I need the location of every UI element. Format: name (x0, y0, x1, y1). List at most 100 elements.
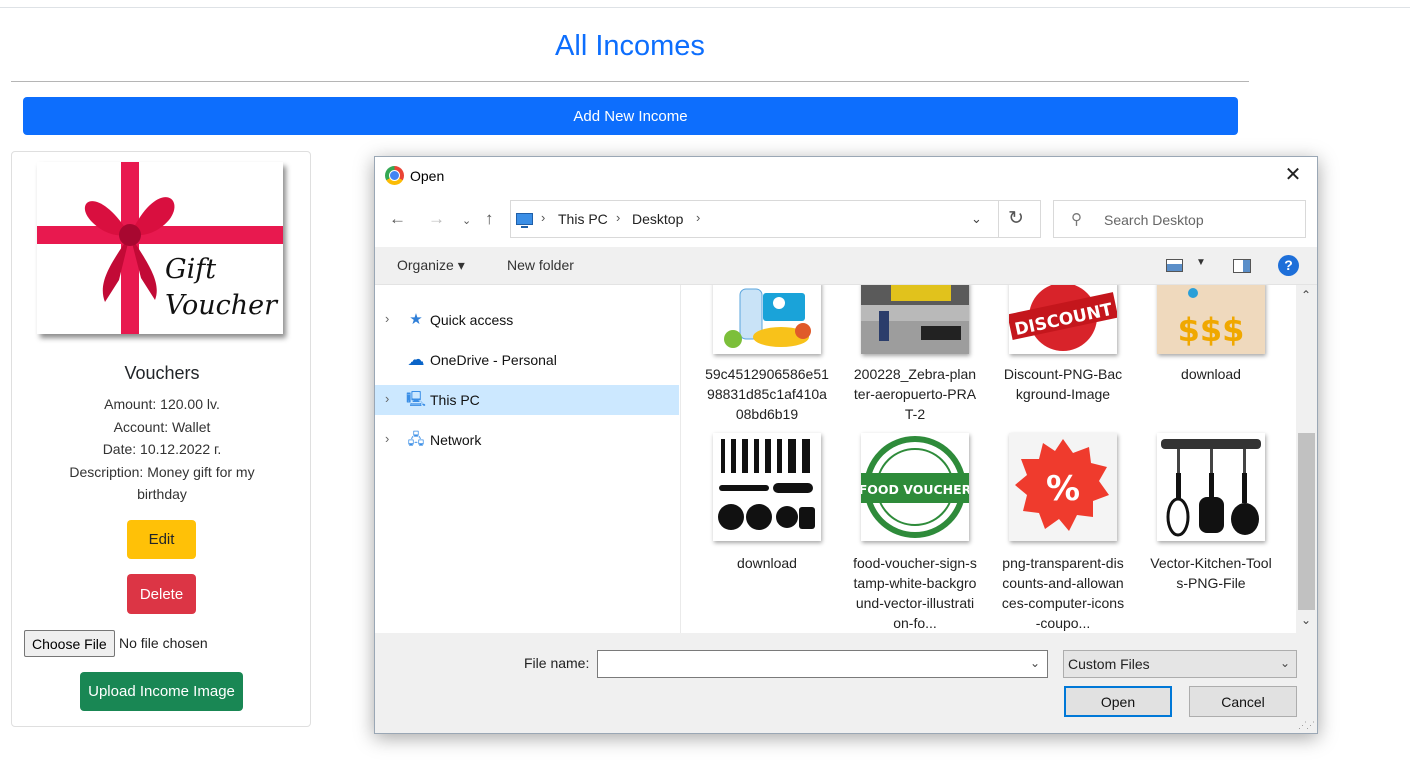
income-account: Account: Wallet (113, 419, 211, 435)
search-placeholder: Search Desktop (1104, 212, 1204, 228)
search-icon: ⚲ (1071, 211, 1082, 228)
svg-text:%: % (1046, 469, 1080, 509)
income-description: Description: Money gift for my birthday (69, 464, 255, 502)
file-name: download (1181, 366, 1241, 382)
preview-pane-icon[interactable] (1233, 259, 1251, 273)
star-icon: ★ (409, 311, 423, 328)
gift-voucher-illustration: Gift Voucher (37, 162, 283, 334)
file-name-dropdown-icon[interactable]: ⌄ (1030, 656, 1040, 670)
add-new-income-button[interactable]: Add New Income (23, 97, 1238, 135)
address-dropdown-icon[interactable]: ⌄ (971, 211, 982, 227)
file-thumbnail (713, 433, 821, 541)
change-view-icon[interactable] (1166, 259, 1183, 272)
network-icon: 🖧 (407, 431, 425, 448)
scroll-thumb[interactable] (1298, 433, 1315, 610)
file-list-scrollbar[interactable]: ⌃ ⌄ (1296, 285, 1317, 633)
file-list: 59c4512906586e5198831d85c1af410a08bd6b19… (682, 285, 1296, 633)
dialog-footer: File name: ⌄ Custom Files ⌄ Open Cancel … (375, 633, 1317, 733)
breadcrumb-this-pc[interactable]: This PC (558, 211, 608, 227)
back-arrow-icon[interactable]: ← (389, 209, 406, 229)
nav-item-this-pc[interactable]: › 🖳 This PC (375, 385, 679, 415)
file-item[interactable]: DISCOUNT Discount-PNG-Background-Image (993, 285, 1133, 404)
file-name: 200228_Zebra-planter-aeropuerto-PRAT-2 (853, 366, 977, 422)
new-folder-button[interactable]: New folder (507, 257, 574, 273)
nav-label: Quick access (430, 312, 514, 328)
chrome-icon (385, 166, 404, 185)
file-item[interactable]: 59c4512906586e5198831d85c1af410a08bd6b19 (697, 285, 837, 424)
this-pc-icon (516, 213, 533, 228)
organize-menu[interactable]: Organize ▾ (397, 257, 465, 274)
nav-label: This PC (430, 392, 480, 408)
close-icon[interactable]: ✕ (1281, 163, 1305, 187)
cloud-icon: ☁ (407, 350, 425, 369)
delete-button[interactable]: Delete (127, 574, 196, 614)
resize-grip-icon[interactable]: ⋰⋰ (1298, 720, 1315, 731)
file-name: food-voucher-sign-stamp-white-background… (853, 555, 977, 631)
dialog-toolbar: Organize ▾ New folder ▼ ? (375, 247, 1317, 285)
navigation-pane: › ★ Quick access ☁ OneDrive - Personal ›… (375, 285, 681, 633)
file-item[interactable]: $$$ download (1141, 285, 1281, 384)
file-name-input[interactable]: ⌄ (597, 650, 1048, 678)
nav-item-network[interactable]: › 🖧 Network (375, 425, 679, 455)
nav-item-onedrive[interactable]: ☁ OneDrive - Personal (375, 345, 679, 375)
gift-voucher-image: Gift Voucher (37, 162, 283, 334)
file-name: Discount-PNG-Background-Image (1003, 366, 1123, 402)
recent-locations-chevron-icon[interactable]: ⌄ (462, 214, 471, 227)
upload-income-image-button[interactable]: Upload Income Image (80, 672, 243, 711)
expand-chevron-icon[interactable]: › (385, 311, 389, 326)
file-thumbnail (1157, 433, 1265, 541)
no-file-chosen-text: No file chosen (119, 635, 208, 651)
breadcrumb-separator-icon[interactable]: › (541, 210, 545, 225)
choose-file-button[interactable]: Choose File (24, 630, 115, 657)
open-file-dialog: Open ✕ ← → ⌄ ↑ › This PC › Desktop › ⌄ ↻… (374, 156, 1318, 734)
search-desktop-input[interactable]: ⚲ Search Desktop (1053, 200, 1306, 238)
income-date: Date: 10.12.2022 г. (102, 441, 222, 457)
scroll-down-icon[interactable]: ⌄ (1301, 613, 1311, 627)
scroll-up-icon[interactable]: ⌃ (1301, 288, 1311, 302)
file-name: png-transparent-discounts-and-allowances… (1001, 555, 1125, 631)
address-bar[interactable]: › This PC › Desktop › ⌄ ↻ (510, 200, 1041, 238)
file-item[interactable]: FOOD VOUCHER food-voucher-sign-stamp-whi… (845, 433, 985, 633)
file-thumbnail: DISCOUNT (1009, 285, 1117, 354)
title-divider (11, 81, 1249, 82)
cancel-button[interactable]: Cancel (1189, 686, 1297, 717)
expand-chevron-icon[interactable]: › (385, 391, 389, 406)
breadcrumb-desktop[interactable]: Desktop (632, 211, 683, 227)
file-item[interactable]: 200228_Zebra-planter-aeropuerto-PRAT-2 (845, 285, 985, 424)
file-type-select[interactable]: Custom Files ⌄ (1063, 650, 1297, 678)
file-item[interactable]: download (697, 433, 837, 573)
income-title: Vouchers (124, 363, 200, 383)
help-icon[interactable]: ? (1278, 255, 1299, 276)
dialog-title: Open (410, 168, 445, 184)
expand-chevron-icon[interactable]: › (385, 431, 389, 446)
svg-text:$$$: $$$ (1178, 311, 1245, 349)
file-type-value: Custom Files (1068, 656, 1150, 672)
file-name: Vector-Kitchen-Tools-PNG-File (1150, 555, 1272, 591)
svg-text:FOOD VOUCHER: FOOD VOUCHER (861, 482, 969, 497)
income-card: Gift Voucher Vouchers Amount: 120.00 lv.… (11, 151, 311, 727)
file-item[interactable]: % png-transparent-discounts-and-allowanc… (993, 433, 1133, 633)
file-thumbnail: FOOD VOUCHER (861, 433, 969, 541)
file-name: download (737, 555, 797, 571)
file-item[interactable]: Vector-Kitchen-Tools-PNG-File (1141, 433, 1281, 593)
address-divider (998, 201, 999, 237)
file-thumbnail (861, 285, 969, 354)
up-arrow-icon[interactable]: ↑ (485, 209, 494, 229)
breadcrumb-separator-icon[interactable]: › (696, 210, 700, 225)
open-button[interactable]: Open (1064, 686, 1172, 717)
file-name: 59c4512906586e5198831d85c1af410a08bd6b19 (705, 366, 829, 422)
view-options-dropdown-icon[interactable]: ▼ (1196, 257, 1206, 268)
nav-item-quick-access[interactable]: › ★ Quick access (375, 305, 679, 335)
file-type-dropdown-icon[interactable]: ⌄ (1280, 656, 1290, 670)
svg-text:Voucher: Voucher (165, 290, 279, 321)
income-amount: Amount: 120.00 lv. (104, 396, 220, 412)
forward-arrow-icon[interactable]: → (428, 209, 445, 229)
computer-icon: 🖳 (406, 391, 427, 408)
breadcrumb-separator-icon[interactable]: › (616, 210, 620, 225)
edit-button[interactable]: Edit (127, 520, 196, 559)
top-border (0, 0, 1410, 8)
nav-label: OneDrive - Personal (430, 352, 557, 368)
page-title: All Incomes (555, 30, 705, 62)
file-thumbnail: $$$ (1157, 285, 1265, 354)
refresh-icon[interactable]: ↻ (1008, 207, 1024, 230)
